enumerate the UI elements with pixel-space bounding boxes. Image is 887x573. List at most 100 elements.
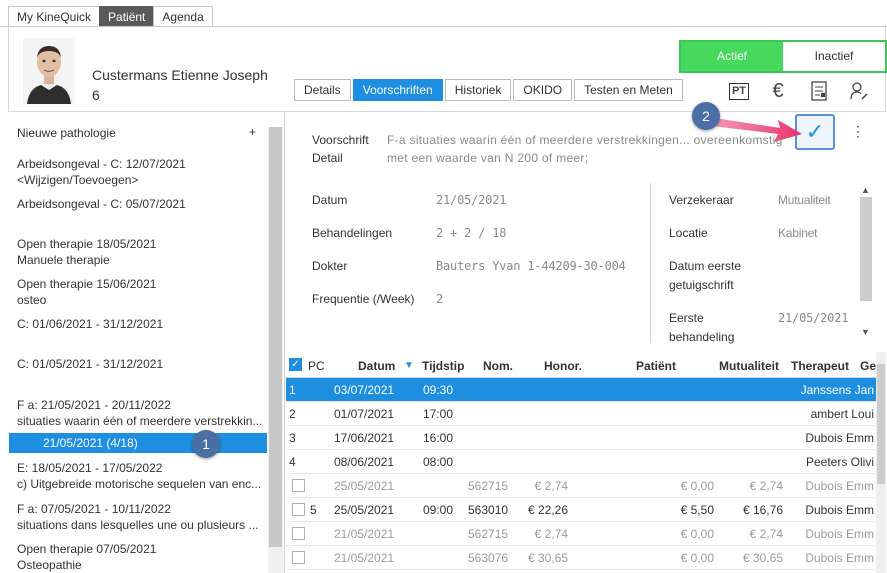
cell-mut: € 2,74: [749, 527, 783, 541]
cell-nom: 562715: [468, 527, 509, 541]
col-mutualiteit[interactable]: Mutualiteit: [719, 359, 779, 373]
scroll-up-icon[interactable]: ▲: [861, 185, 870, 195]
cell-pc: 1: [289, 383, 296, 397]
prescription-text-line2: met een waarde van N 200 of meer;: [387, 151, 589, 165]
list-item-title: Arbeidsongeval - C: 12/07/2021: [17, 157, 186, 171]
col-nom[interactable]: Nom.: [483, 359, 513, 373]
list-item[interactable]: F a: 07/05/2021 - 10/11/2022 situations d…: [17, 501, 262, 533]
list-item-title: Open therapie 07/05/2021: [17, 542, 157, 556]
cell-tijd: 17:00: [423, 407, 454, 421]
verzekeraar-label: Verzekeraar: [669, 193, 734, 207]
tab-testen-en-meten[interactable]: Testen en Meten: [574, 79, 683, 101]
scroll-down-icon[interactable]: ▼: [861, 327, 870, 337]
cell-datum: 25/05/2021: [334, 503, 395, 517]
table-row[interactable]: 21/05/2021 562715 € 2,74 € 0,00 € 2,74 Dubois…: [286, 522, 876, 546]
prescription-detail: Voorschrift Detail F-a situaties waarin …: [286, 113, 886, 351]
eerste-behandeling-value: 21/05/2021: [778, 311, 849, 325]
tab-historiek[interactable]: Historiek: [444, 79, 512, 101]
list-item-title: Open therapie 18/05/2021: [17, 237, 157, 251]
detail-scrollbar[interactable]: ▲ ▼: [858, 183, 874, 343]
cell-tijd: 09:30: [423, 383, 454, 397]
table-row[interactable]: 5 25/05/2021 09:00 563010 € 22,26 € 5,50 € 16,…: [286, 498, 876, 522]
cell-datum: 25/05/2021: [334, 479, 395, 493]
list-item-title: Open therapie 15/06/2021: [17, 277, 157, 291]
locatie-value: Kabinet: [778, 226, 818, 240]
cell-mut: € 16,76: [742, 503, 783, 517]
toggle-actief[interactable]: Actief: [681, 42, 783, 71]
document-icon[interactable]: [806, 79, 832, 103]
col-tijdstip[interactable]: Tijdstip: [422, 359, 464, 373]
cell-nom: 562715: [468, 479, 509, 493]
list-item[interactable]: Arbeidsongeval - C: 12/07/2021 <Wijzigen/…: [17, 156, 262, 188]
scrollbar-thumb[interactable]: [269, 127, 282, 547]
cell-ther: Dubois Emm: [805, 479, 874, 493]
list-item-title: C: 01/05/2021 - 31/12/2021: [17, 357, 164, 371]
list-item-title: F a: 07/05/2021 - 10/11/2022: [17, 502, 171, 516]
tab-patient[interactable]: Patiënt: [99, 6, 155, 27]
cell-patient: € 0,00: [680, 551, 714, 565]
eerste-behandeling-label-2: behandeling: [669, 330, 735, 344]
table-row[interactable]: 3 17/06/2021 16:00 Dubois Emm: [286, 426, 876, 450]
user-edit-icon[interactable]: [846, 79, 872, 103]
eerste-behandeling-label: Eerste: [669, 311, 704, 325]
table-row[interactable]: 2 01/07/2021 17:00 ambert Loui: [286, 402, 876, 426]
row-checkbox[interactable]: [292, 527, 305, 540]
list-item[interactable]: E: 18/05/2021 - 17/05/2022 c) Uitgebreide…: [17, 460, 262, 492]
scrollbar-thumb[interactable]: [877, 364, 885, 484]
table-row[interactable]: 1 03/07/2021 09:30 Janssens Jan: [286, 378, 876, 402]
row-checkbox[interactable]: [292, 479, 305, 492]
cell-patient: € 5,50: [680, 503, 714, 517]
tab-details[interactable]: Details: [294, 79, 351, 101]
select-all-checkbox[interactable]: ✓: [289, 358, 302, 371]
cell-datum: 03/07/2021: [334, 383, 395, 397]
list-item[interactable]: C: 01/06/2021 - 31/12/2021: [17, 316, 262, 332]
list-item[interactable]: Open therapie 07/05/2021 Osteopathie: [17, 541, 262, 573]
table-header: ✓ PC Datum ▼ Tijdstip Nom. Honor. Patiën…: [286, 352, 876, 378]
plus-icon[interactable]: +: [249, 125, 256, 139]
col-patient[interactable]: Patiënt: [636, 359, 676, 373]
status-toggle: Actief Inactief: [679, 40, 887, 73]
prescription-tabs: Details Voorschriften Historiek OKIDO Te…: [294, 79, 685, 101]
row-checkbox[interactable]: [292, 551, 305, 564]
cell-datum: 17/06/2021: [334, 431, 395, 445]
table-row[interactable]: 4 08/06/2021 08:00 Peeters Olivi: [286, 450, 876, 474]
list-item[interactable]: Open therapie 15/06/2021 osteo: [17, 276, 262, 308]
col-honor[interactable]: Honor.: [544, 359, 582, 373]
toggle-inactief[interactable]: Inactief: [783, 42, 885, 71]
list-item-subtitle: <Wijzigen/Toevoegen>: [17, 173, 139, 187]
selected-prescription-item[interactable]: 21/05/2021 (4/18): [9, 433, 267, 453]
list-item[interactable]: F a: 21/05/2021 - 20/11/2022 situaties wa…: [17, 397, 262, 429]
list-item[interactable]: C: 01/05/2021 - 31/12/2021: [17, 356, 262, 372]
cell-ther: ambert Loui: [810, 407, 874, 421]
list-item[interactable]: Arbeidsongeval - C: 05/07/2021: [17, 196, 262, 212]
sidebar-scrollbar[interactable]: [268, 127, 283, 573]
sort-desc-icon[interactable]: ▼: [404, 360, 414, 371]
list-item-subtitle: Manuele therapie: [17, 253, 110, 267]
tab-voorschriften[interactable]: Voorschriften: [352, 79, 443, 101]
table-scrollbar[interactable]: [876, 352, 886, 573]
cell-nom: 563010: [468, 503, 509, 517]
cell-datum: 01/07/2021: [334, 407, 395, 421]
pt-icon[interactable]: PT: [726, 79, 752, 103]
col-datum[interactable]: Datum: [358, 359, 395, 373]
table-row[interactable]: 25/05/2021 562715 € 2,74 € 0,00 € 2,74 Dubois…: [286, 474, 876, 498]
euro-icon[interactable]: €: [765, 79, 791, 103]
scrollbar-thumb[interactable]: [860, 197, 872, 301]
more-options-icon[interactable]: ⋮: [851, 123, 865, 140]
tab-okido[interactable]: OKIDO: [513, 79, 573, 101]
list-item-title: F a: 21/05/2021 - 20/11/2022: [17, 398, 171, 412]
top-tabs: My KineQuick Patiënt Agenda: [8, 6, 213, 27]
tab-agenda[interactable]: Agenda: [153, 6, 213, 27]
verzekeraar-value: Mutualiteit: [778, 193, 831, 207]
new-pathology-button[interactable]: Nieuwe pathologie: [17, 125, 262, 141]
row-checkbox[interactable]: [292, 503, 305, 516]
divider: [650, 183, 651, 343]
tab-my-kinequick[interactable]: My KineQuick: [8, 6, 101, 27]
list-item[interactable]: Open therapie 18/05/2021 Manuele therapie: [17, 236, 262, 268]
annotation-badge-2: 2: [692, 102, 720, 130]
col-therapeut[interactable]: Therapeut: [791, 359, 849, 373]
col-ge[interactable]: Ge: [860, 359, 876, 373]
list-item-subtitle: situations dans lesquelles une ou plusie…: [17, 518, 259, 532]
col-pc[interactable]: PC: [308, 359, 325, 373]
table-row[interactable]: 21/05/2021 563076 € 30,65 € 0,00 € 30,65 Dubo…: [286, 546, 876, 570]
